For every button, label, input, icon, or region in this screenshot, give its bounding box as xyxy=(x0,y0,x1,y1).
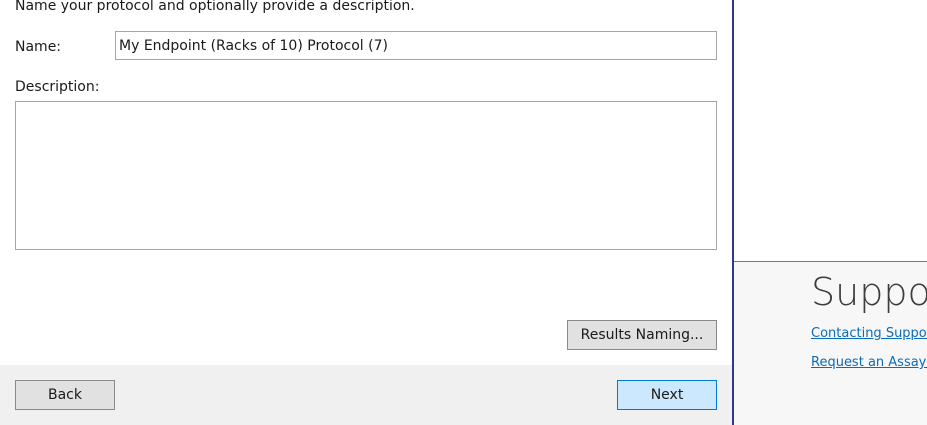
description-textarea[interactable] xyxy=(15,101,717,250)
protocol-name-input[interactable] xyxy=(115,31,717,60)
name-label: Name: xyxy=(15,39,62,55)
request-assay-link[interactable]: Request an Assay P xyxy=(811,355,927,371)
contacting-support-link[interactable]: Contacting Suppor xyxy=(811,326,927,342)
support-title: Suppor xyxy=(811,270,927,314)
back-button[interactable]: Back xyxy=(15,380,115,410)
right-panel: Suppor Contacting Suppor Request an Assa… xyxy=(734,0,927,425)
support-section: Suppor Contacting Suppor Request an Assa… xyxy=(734,261,927,425)
results-naming-button[interactable]: Results Naming... xyxy=(567,320,717,350)
protocol-wizard: Name your protocol and optionally provid… xyxy=(0,0,732,425)
next-button[interactable]: Next xyxy=(617,380,717,410)
description-label: Description: xyxy=(15,79,100,95)
instruction-text: Name your protocol and optionally provid… xyxy=(15,0,415,14)
wizard-footer: Back Next xyxy=(0,365,732,425)
wizard-content: Name your protocol and optionally provid… xyxy=(0,0,732,365)
